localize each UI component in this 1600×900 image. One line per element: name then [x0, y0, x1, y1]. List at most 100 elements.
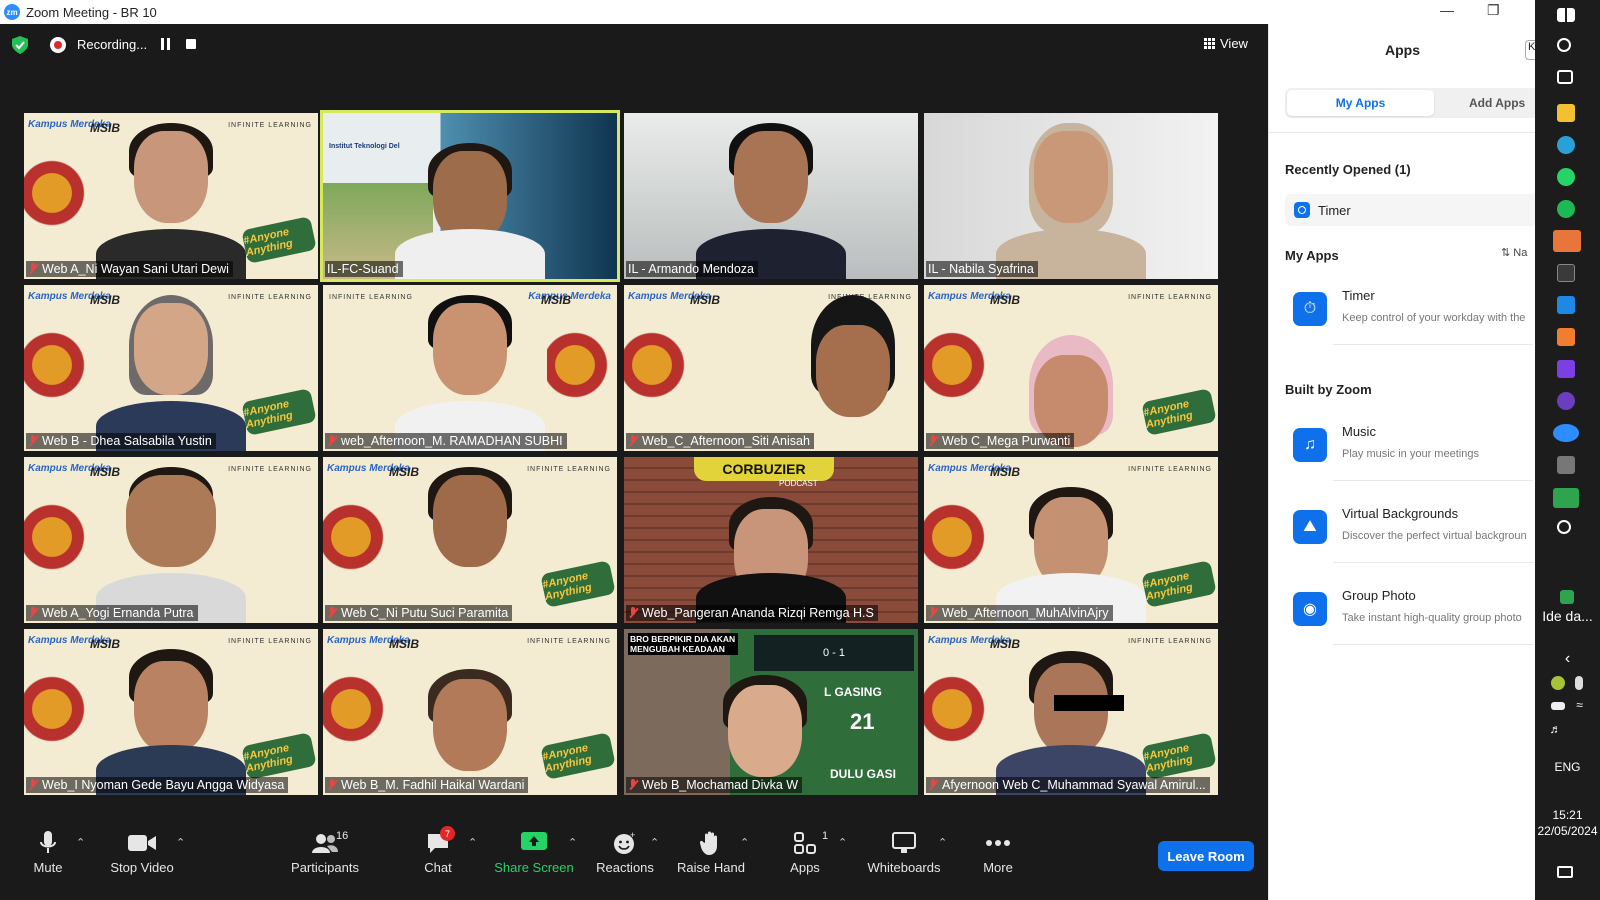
- video-tile[interactable]: Kampus Merdeka MSIB INFINITE LEARNING #A…: [924, 457, 1218, 623]
- figma-icon[interactable]: [1557, 360, 1575, 378]
- share-options-caret-icon[interactable]: ⌃: [568, 836, 577, 849]
- video-options-caret-icon[interactable]: ⌃: [176, 836, 185, 849]
- app-row-virtual-backgrounds[interactable]: ⛰ Virtual Backgrounds Discover the perfe…: [1285, 504, 1545, 574]
- zoom-taskbar-icon[interactable]: [1553, 424, 1579, 442]
- app-icon[interactable]: [1553, 488, 1579, 508]
- clock-date[interactable]: 22/05/2024: [1535, 824, 1600, 838]
- tray-app-icon[interactable]: [1551, 676, 1565, 690]
- app-icon[interactable]: [1557, 328, 1575, 346]
- volume-icon[interactable]: ♬: [1523, 722, 1588, 736]
- tab-my-apps[interactable]: My Apps: [1287, 90, 1434, 116]
- video-tile[interactable]: Kampus Merdeka MSIB INFINITE LEARNING #A…: [323, 629, 617, 795]
- mute-label: Mute: [33, 860, 63, 875]
- video-tile[interactable]: Kampus Merdeka MSIB INFINITE LEARNING We…: [624, 285, 918, 451]
- share-screen-button[interactable]: Share Screen: [489, 830, 579, 875]
- video-tile[interactable]: Kampus Merdeka MSIB INFINITE LEARNING #A…: [924, 629, 1218, 795]
- app-row-timer[interactable]: ⏱ Timer Keep control of your workday wit…: [1285, 286, 1545, 356]
- tray-microphone-icon[interactable]: [1575, 676, 1583, 690]
- msib-logo: MSIB: [541, 293, 571, 307]
- apps-button[interactable]: 1 Apps: [760, 830, 850, 875]
- notifications-icon[interactable]: [1557, 866, 1573, 878]
- panel-divider: [1269, 132, 1536, 133]
- leave-room-button[interactable]: Leave Room: [1158, 841, 1254, 871]
- terminal-icon[interactable]: [1557, 264, 1575, 282]
- apps-panel: Apps K My Apps Add Apps Recently Opened …: [1268, 24, 1545, 900]
- participant-face: [433, 475, 507, 567]
- whiteboards-label: Whiteboards: [867, 860, 941, 875]
- restore-icon[interactable]: ❐: [1487, 2, 1500, 19]
- participant-name: Web A_Ni Wayan Sani Utari Dewi: [26, 261, 233, 277]
- stop-recording-icon[interactable]: [186, 39, 196, 49]
- clock-time[interactable]: 15:21: [1535, 808, 1600, 822]
- video-tile[interactable]: IL - Nabila Syafrina: [924, 113, 1218, 279]
- file-explorer-icon[interactable]: [1557, 104, 1575, 122]
- app-row-group-photo[interactable]: ◉ Group Photo Take instant high-quality …: [1285, 586, 1545, 656]
- anyone-anything-sticker: #Anyone Anything: [241, 216, 317, 264]
- sort-button[interactable]: ⇅ Na: [1501, 246, 1527, 259]
- reactions-options-caret-icon[interactable]: ⌃: [650, 836, 659, 849]
- video-tile[interactable]: Kampus Merdeka MSIB INFINITE LEARNING #A…: [24, 285, 318, 451]
- sort-arrows-icon: ⇅: [1501, 247, 1511, 259]
- video-tile[interactable]: Kampus Merdeka MSIB INFINITE LEARNING we…: [323, 285, 617, 451]
- anyone-anything-sticker: #Anyone Anything: [540, 560, 616, 608]
- raise-hand-options-caret-icon[interactable]: ⌃: [740, 836, 749, 849]
- mute-options-caret-icon[interactable]: ⌃: [76, 836, 85, 849]
- speaker-icon[interactable]: [1557, 456, 1575, 474]
- whatsapp-icon[interactable]: [1557, 168, 1575, 186]
- video-tile[interactable]: Kampus Merdeka MSIB INFINITE LEARNING #A…: [323, 457, 617, 623]
- participant-name-text: Web B - Dhea Salsabila Yustin: [42, 434, 212, 448]
- video-tile[interactable]: Kampus Merdeka MSIB INFINITE LEARNING We…: [24, 457, 318, 623]
- stop-video-button[interactable]: Stop Video: [97, 830, 187, 875]
- grid-view-icon: [1204, 38, 1215, 49]
- apps-options-caret-icon[interactable]: ⌃: [838, 836, 847, 849]
- video-tile[interactable]: Kampus Merdeka MSIB INFINITE LEARNING #A…: [24, 629, 318, 795]
- participant-name: IL - Nabila Syafrina: [926, 261, 1038, 277]
- video-tile[interactable]: Kampus Merdeka MSIB INFINITE LEARNING #A…: [24, 113, 318, 279]
- participants-label: Participants: [291, 860, 359, 875]
- video-tile[interactable]: IL - Armando Mendoza: [624, 113, 918, 279]
- msib-logo: MSIB: [90, 121, 120, 135]
- app-name: Music: [1342, 424, 1376, 439]
- participant-name: Afyernoon Web C_Muhammad Syawal Amirul..…: [926, 777, 1210, 793]
- widget-label[interactable]: Ide da...: [1535, 608, 1600, 624]
- task-view-icon[interactable]: [1557, 70, 1573, 84]
- video-tile[interactable]: BRO BERPIKIR DIA AKAN MENGUBAH KEADAAN 0…: [624, 629, 918, 795]
- whiteboards-options-caret-icon[interactable]: ⌃: [938, 836, 947, 849]
- security-shield-icon[interactable]: [12, 36, 28, 54]
- participant-name-text: Web_Pangeran Ananda Rizqi Remga H.S: [642, 606, 874, 620]
- video-tile[interactable]: CORBUZIER PODCAST Web_Pangeran Ananda Ri…: [624, 457, 918, 623]
- edge-browser-icon[interactable]: [1557, 136, 1575, 154]
- recent-app-timer[interactable]: Timer: [1285, 194, 1545, 226]
- wifi-icon[interactable]: ≈: [1547, 698, 1600, 712]
- participant-name: Web_C_Afternoon_Siti Anisah: [626, 433, 814, 449]
- more-button[interactable]: More: [953, 830, 1043, 875]
- chat-label: Chat: [424, 860, 452, 875]
- minimize-icon[interactable]: —: [1440, 2, 1454, 18]
- windows-start-icon[interactable]: [1557, 8, 1575, 22]
- view-button[interactable]: View: [1204, 36, 1248, 51]
- chat-options-caret-icon[interactable]: ⌃: [468, 836, 477, 849]
- video-tile-active-speaker[interactable]: Institut Teknologi Del IL-FC-Suand: [320, 110, 620, 282]
- participants-button[interactable]: 16 Participants: [280, 830, 370, 875]
- pause-recording-icon[interactable]: [161, 38, 171, 50]
- mic-muted-icon: [28, 263, 38, 275]
- participant-face: [728, 685, 803, 777]
- language-indicator[interactable]: ENG: [1535, 760, 1600, 774]
- search-icon[interactable]: [1557, 38, 1571, 52]
- zoom-logo-icon: zm: [4, 4, 20, 20]
- github-icon[interactable]: [1557, 392, 1575, 410]
- participant-face: [134, 303, 208, 395]
- video-tile[interactable]: Kampus Merdeka MSIB INFINITE LEARNING #A…: [924, 285, 1218, 451]
- app-row-music[interactable]: ♫ Music Play music in your meetings: [1285, 422, 1545, 492]
- participant-face: [134, 661, 208, 753]
- settings-gear-icon[interactable]: [1557, 520, 1571, 534]
- smiley-plus-icon: +: [610, 830, 640, 856]
- vscode-icon[interactable]: [1557, 296, 1575, 314]
- tray-chevron-icon[interactable]: ‹: [1535, 650, 1600, 668]
- spotify-icon[interactable]: [1557, 200, 1575, 218]
- app-name: Group Photo: [1342, 588, 1416, 603]
- apps-panel-title: Apps: [1385, 42, 1420, 58]
- whiteboards-button[interactable]: Whiteboards: [859, 830, 949, 875]
- mascot-graphic: [323, 487, 393, 587]
- chrome-icon[interactable]: [1553, 230, 1581, 252]
